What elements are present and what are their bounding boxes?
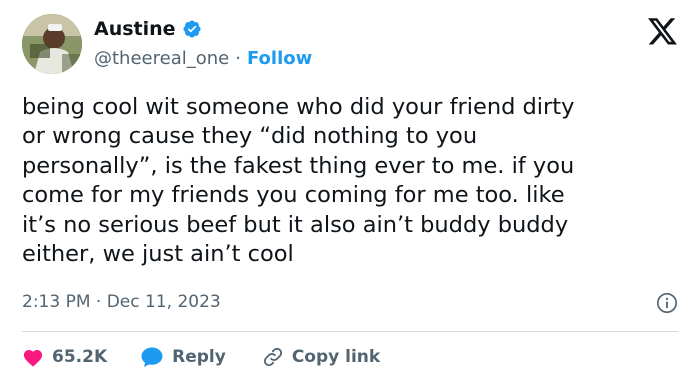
tweet-card: Austine @theereal_one · Follow being coo… xyxy=(0,0,700,385)
like-button[interactable]: 65.2K xyxy=(22,347,107,367)
handle-row: @theereal_one · Follow xyxy=(94,48,312,69)
display-name[interactable]: Austine xyxy=(94,18,176,40)
reply-label: Reply xyxy=(172,347,226,367)
copy-link-label: Copy link xyxy=(291,347,381,367)
follow-button[interactable]: Follow xyxy=(247,48,312,69)
verified-badge-icon xyxy=(183,20,201,38)
reply-bubble-icon xyxy=(141,347,163,367)
user-handle[interactable]: @theereal_one xyxy=(94,48,229,69)
heart-icon xyxy=(23,349,43,367)
avatar-image xyxy=(22,14,82,74)
tweet-text: being cool wit someone who did your frie… xyxy=(22,94,575,268)
action-bar: 65.2K Reply Copy link xyxy=(22,343,380,371)
avatar[interactable] xyxy=(22,14,82,74)
info-icon[interactable] xyxy=(656,292,678,314)
divider xyxy=(22,331,678,332)
x-logo-icon[interactable] xyxy=(648,18,678,46)
separator-dot: · xyxy=(235,48,241,69)
name-row: Austine xyxy=(94,18,202,40)
link-icon xyxy=(263,347,282,367)
tweet-timestamp[interactable]: 2:13 PM · Dec 11, 2023 xyxy=(22,292,221,312)
like-count: 65.2K xyxy=(52,347,108,367)
reply-button[interactable]: Reply xyxy=(140,346,226,368)
copy-link-button[interactable]: Copy link xyxy=(262,346,380,368)
